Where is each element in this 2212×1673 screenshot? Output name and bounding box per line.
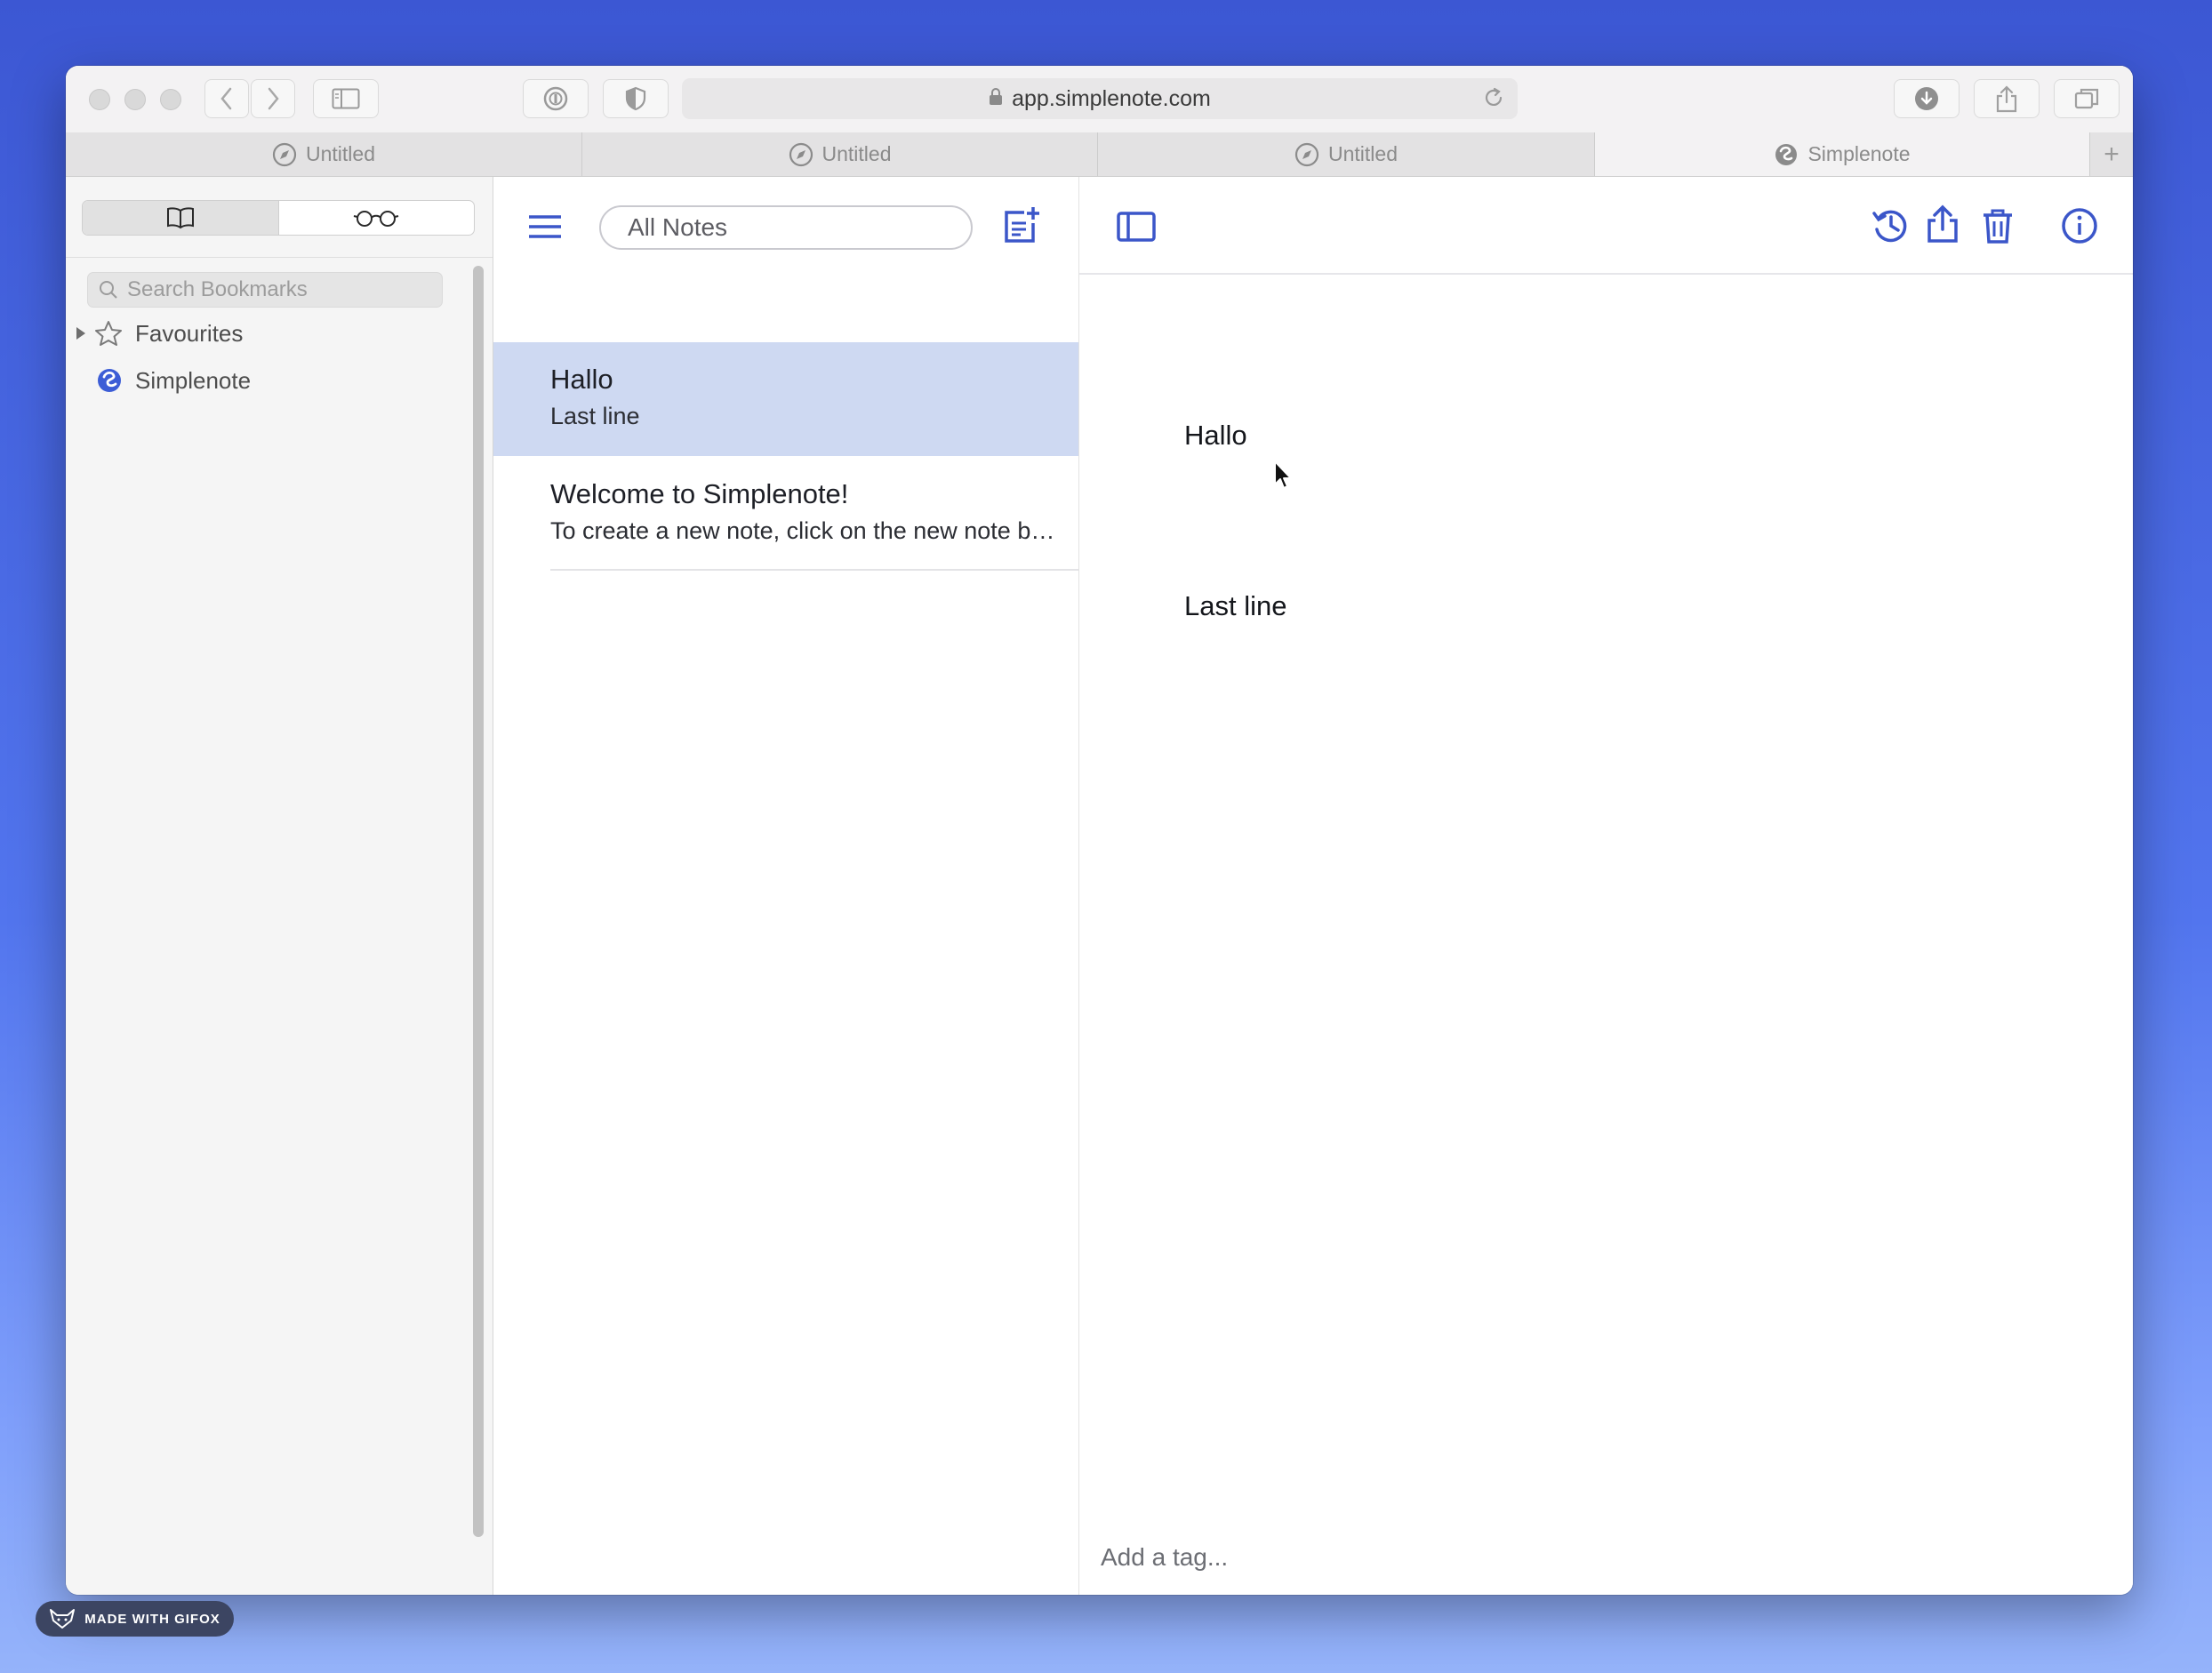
tab-label: Untitled [306,142,375,165]
note-title: Welcome to Simplenote! [550,478,849,509]
bookmarks-sidebar: Search Bookmarks Favourites Simplenote [66,177,493,1595]
note-info-button[interactable] [2057,204,2102,248]
shield-icon [625,86,646,111]
divider [66,257,493,258]
new-note-icon [1005,207,1039,243]
search-placeholder: Search Bookmarks [127,277,308,301]
url-text: app.simplenote.com [1012,85,1211,111]
bookmark-folder-favourites[interactable]: Favourites [75,316,243,351]
tab-bar: Untitled Untitled Untitled Simplenote + [66,132,2133,177]
sidebar-scrollbar[interactable] [473,266,484,1537]
tabs-overview-icon [2074,88,2099,109]
hamburger-menu-icon [529,215,561,238]
trash-note-button[interactable] [1976,204,2020,248]
editor-line[interactable]: Hallo [1184,420,1247,452]
sidebar-toggle-icon [1117,212,1156,242]
close-window-button[interactable] [89,89,110,110]
note-preview: To create a new note, click on the new n… [550,517,1066,544]
history-button[interactable] [1869,204,1913,248]
minimize-window-button[interactable] [124,89,146,110]
note-list-panel: All Notes Hallo Last line Welcome to Sim… [493,177,1079,1595]
bookmark-label: Simplenote [135,366,252,394]
tab-label: Simplenote [1807,142,1911,165]
tab-untitled-1[interactable]: Untitled [66,132,582,176]
bookmarks-search-input[interactable]: Search Bookmarks [87,272,443,308]
sidebar-icon [332,88,360,109]
editor-toolbar [1079,177,2133,275]
chevron-left-icon [220,87,232,110]
zoom-window-button[interactable] [160,89,181,110]
bookmarks-tab[interactable] [83,201,279,235]
menu-button[interactable] [525,207,565,246]
note-editor: Hallo Last line Add a tag... [1079,177,2133,1595]
search-icon [99,280,118,300]
toggle-focus-mode-button[interactable] [1115,205,1158,248]
bookmark-simplenote[interactable]: Simplenote [96,363,251,398]
compass-icon [789,142,813,167]
glasses-icon [354,211,399,227]
star-icon [94,320,123,347]
tab-overview-button[interactable] [2054,79,2120,118]
privacy-extension-button[interactable] [603,79,669,118]
note-divider [550,569,1078,571]
book-icon [166,207,194,229]
simplenote-icon [1774,142,1799,167]
forward-button[interactable] [251,79,295,118]
share-note-button[interactable] [1920,202,1965,246]
note-list-header: All Notes [493,177,1078,275]
tab-simplenote[interactable]: Simplenote [1595,132,2090,176]
new-note-button[interactable] [998,202,1044,248]
new-tab-button[interactable]: + [2090,132,2133,176]
reload-icon[interactable] [1482,86,1505,116]
compass-icon [272,142,297,167]
simplenote-icon [96,367,123,394]
download-icon [1915,87,1938,110]
browser-window: app.simplenote.com Untitled Untitled Unt… [66,66,2133,1595]
downloads-button[interactable] [1894,79,1960,118]
badge-label: MADE WITH GIFOX [84,1611,220,1627]
search-input-value: All Notes [628,213,728,241]
notes-search-input[interactable]: All Notes [599,205,973,250]
password-manager-icon [543,86,568,111]
note-preview: Last line [550,403,640,429]
browser-toolbar: app.simplenote.com [66,66,2133,133]
back-button[interactable] [204,79,249,118]
bookmark-label: Favourites [135,319,244,347]
tab-label: Untitled [821,142,892,165]
mouse-pointer-icon [1273,460,1294,496]
compass-icon [1294,142,1319,167]
plus-icon: + [2104,139,2120,169]
reading-list-tab[interactable] [279,201,475,235]
disclosure-triangle-icon[interactable] [75,325,87,341]
trash-icon [1984,209,2012,244]
sidebar-toggle-button[interactable] [313,79,379,118]
note-list-item[interactable]: Hallo Last line [493,342,1078,456]
share-icon [1927,204,1958,243]
share-icon [1996,85,2017,113]
chevron-right-icon [268,87,279,110]
tab-untitled-2[interactable]: Untitled [582,132,1098,176]
sidebar-mode-switch [82,200,475,236]
password-extension-button[interactable] [523,79,589,118]
lock-icon [989,86,1003,112]
address-bar[interactable]: app.simplenote.com [682,78,1518,119]
history-icon [1872,210,1907,243]
tab-label: Untitled [1328,142,1398,165]
info-icon [2062,208,2097,244]
gifox-badge: MADE WITH GIFOX [36,1601,234,1637]
add-tag-input[interactable]: Add a tag... [1101,1543,1228,1572]
fox-logo-icon [49,1608,76,1629]
tab-untitled-3[interactable]: Untitled [1098,132,1595,176]
share-button[interactable] [1974,79,2040,118]
note-list-item[interactable]: Welcome to Simplenote! To create a new n… [493,457,1078,569]
note-title: Hallo [550,364,613,395]
editor-line[interactable]: Last line [1184,590,1286,622]
